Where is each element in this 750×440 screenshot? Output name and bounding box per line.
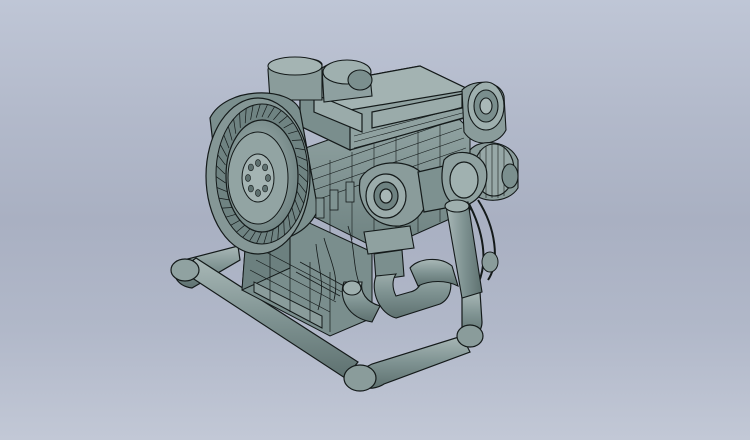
flywheel-bolt: [262, 163, 268, 172]
air-intake: [267, 56, 373, 103]
flywheel-bolt: [247, 184, 254, 193]
flywheel-bolt: [245, 174, 251, 182]
flywheel-bolt: [255, 189, 261, 197]
flywheel-bolt: [247, 163, 254, 172]
flywheel-bolt: [265, 174, 271, 182]
pulley-assembly: [461, 81, 507, 144]
flywheel-disk: [227, 131, 289, 225]
flywheel-bolt: [262, 184, 268, 193]
flywheel-bolt: [255, 159, 261, 167]
cad-viewport[interactable]: [0, 0, 750, 440]
engine-model[interactable]: [0, 0, 750, 440]
